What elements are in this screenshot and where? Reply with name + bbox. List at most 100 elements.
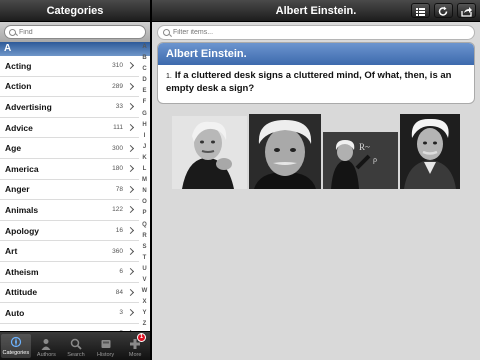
category-row[interactable]: Attitude 84 [0, 283, 139, 304]
category-name: Art [5, 246, 18, 257]
category-name: America [5, 163, 39, 174]
einstein-photo-1[interactable] [172, 116, 247, 189]
index-letter[interactable]: X [142, 297, 146, 308]
category-count: 111 [113, 124, 123, 132]
category-row[interactable]: Animals 122 [0, 200, 139, 221]
category-count: 16 [115, 227, 123, 235]
chevron-right-icon [126, 206, 135, 214]
category-search-field[interactable] [4, 25, 146, 39]
category-list: Acting 310 Action 289 Advertising 33 Advice 111… [0, 56, 139, 345]
person-icon [40, 338, 52, 350]
category-row[interactable]: Auto 3 [0, 303, 139, 324]
category-row[interactable]: Advice 111 [0, 118, 139, 139]
einstein-photo-3[interactable]: R~ ρ [323, 132, 398, 189]
index-letter[interactable]: W [142, 286, 148, 297]
category-row[interactable]: Action 289 [0, 77, 139, 98]
category-name: Atheism [5, 266, 39, 277]
category-row[interactable]: Acting 310 [0, 56, 139, 77]
quote-card-title: Albert Einstein. [158, 43, 474, 65]
category-name: Action [5, 81, 32, 92]
index-letter[interactable]: F [143, 97, 147, 108]
chevron-right-icon [126, 288, 135, 296]
category-row[interactable]: Age 300 [0, 138, 139, 159]
index-letter[interactable]: L [143, 164, 147, 175]
categories-title: Categories [0, 0, 150, 22]
quote-item[interactable]: 1. If a cluttered desk signs a cluttered … [158, 65, 474, 100]
index-letter[interactable]: B [142, 53, 146, 64]
category-count: 84 [115, 288, 123, 296]
author-title: Albert Einstein. [275, 5, 357, 17]
einstein-photo-2[interactable] [249, 114, 321, 189]
index-letter[interactable]: Q [142, 220, 147, 231]
quote-panel: Albert Einstein. Albert [152, 0, 480, 360]
category-row[interactable]: America 180 [0, 159, 139, 180]
index-letter[interactable]: N [142, 186, 146, 197]
tab-label: Categories [2, 350, 30, 356]
index-letter[interactable]: Y [142, 308, 146, 319]
index-letter[interactable]: P [142, 208, 146, 219]
chevron-right-icon [126, 247, 135, 255]
index-letter[interactable]: I [144, 131, 146, 142]
tab-categories[interactable]: Categories [1, 334, 31, 358]
refresh-button[interactable] [434, 3, 453, 18]
chevron-right-icon [126, 144, 135, 152]
category-row[interactable]: Anger 78 [0, 180, 139, 201]
list-button[interactable] [411, 3, 430, 18]
category-search-input[interactable] [19, 28, 145, 36]
category-name: Advice [5, 122, 33, 133]
index-letter[interactable]: G [142, 109, 147, 120]
chevron-right-icon [126, 82, 135, 90]
tab-search[interactable]: Search [61, 332, 91, 360]
section-header-a: A [0, 42, 150, 56]
filter-field[interactable] [157, 25, 475, 40]
index-letter[interactable]: K [142, 153, 146, 164]
svg-text:ρ: ρ [373, 155, 377, 164]
category-row[interactable]: Advertising 33 [0, 97, 139, 118]
index-letter[interactable]: J [143, 142, 146, 153]
author-title-bar: Albert Einstein. [152, 0, 480, 22]
index-letter[interactable]: R [142, 231, 146, 242]
author-photos: R~ ρ [172, 114, 472, 194]
index-letter[interactable]: U [142, 264, 146, 275]
category-count: 78 [115, 185, 123, 193]
index-letter[interactable]: V [142, 275, 146, 286]
index-letter[interactable]: O [142, 197, 147, 208]
index-letter[interactable]: A [142, 42, 146, 53]
chevron-right-icon [126, 227, 135, 235]
category-row[interactable]: Art 360 [0, 241, 139, 262]
share-icon [461, 7, 472, 17]
search-icon [9, 28, 16, 36]
tab-authors[interactable]: Authors [32, 332, 62, 360]
alphabet-index[interactable]: ABCDEFGHIJKLMNOPQRSTUVWXYZ [139, 42, 150, 332]
category-name: Advertising [5, 101, 52, 112]
index-letter[interactable]: T [143, 253, 147, 264]
index-letter[interactable]: D [142, 75, 146, 86]
category-name: Auto [5, 307, 25, 318]
category-count: 3 [119, 309, 123, 317]
tab-history[interactable]: History [91, 332, 121, 360]
category-row[interactable]: Apology 16 [0, 221, 139, 242]
index-letter[interactable]: C [142, 64, 146, 75]
chevron-right-icon [126, 268, 135, 276]
index-letter[interactable]: M [142, 175, 147, 186]
chevron-right-icon [126, 103, 135, 111]
category-name: Animals [5, 204, 39, 215]
tab-more[interactable]: More 1 [120, 332, 150, 360]
chevron-right-icon [126, 124, 135, 132]
history-icon [100, 338, 112, 350]
index-letter[interactable]: E [142, 86, 146, 97]
einstein-photo-4[interactable] [400, 114, 460, 189]
category-count: 289 [112, 82, 123, 90]
quote-number: 1. [166, 73, 172, 80]
chevron-right-icon [126, 62, 135, 70]
chevron-right-icon [126, 185, 135, 193]
index-letter[interactable]: Z [143, 319, 147, 330]
category-count: 122 [112, 206, 123, 214]
index-letter[interactable]: S [142, 242, 146, 253]
quote-card: Albert Einstein. 1. If a cluttered desk s… [157, 42, 475, 104]
search-icon [163, 29, 170, 36]
share-button[interactable] [457, 3, 476, 18]
filter-input[interactable] [173, 29, 474, 36]
index-letter[interactable]: H [142, 120, 146, 131]
category-row[interactable]: Atheism 6 [0, 262, 139, 283]
